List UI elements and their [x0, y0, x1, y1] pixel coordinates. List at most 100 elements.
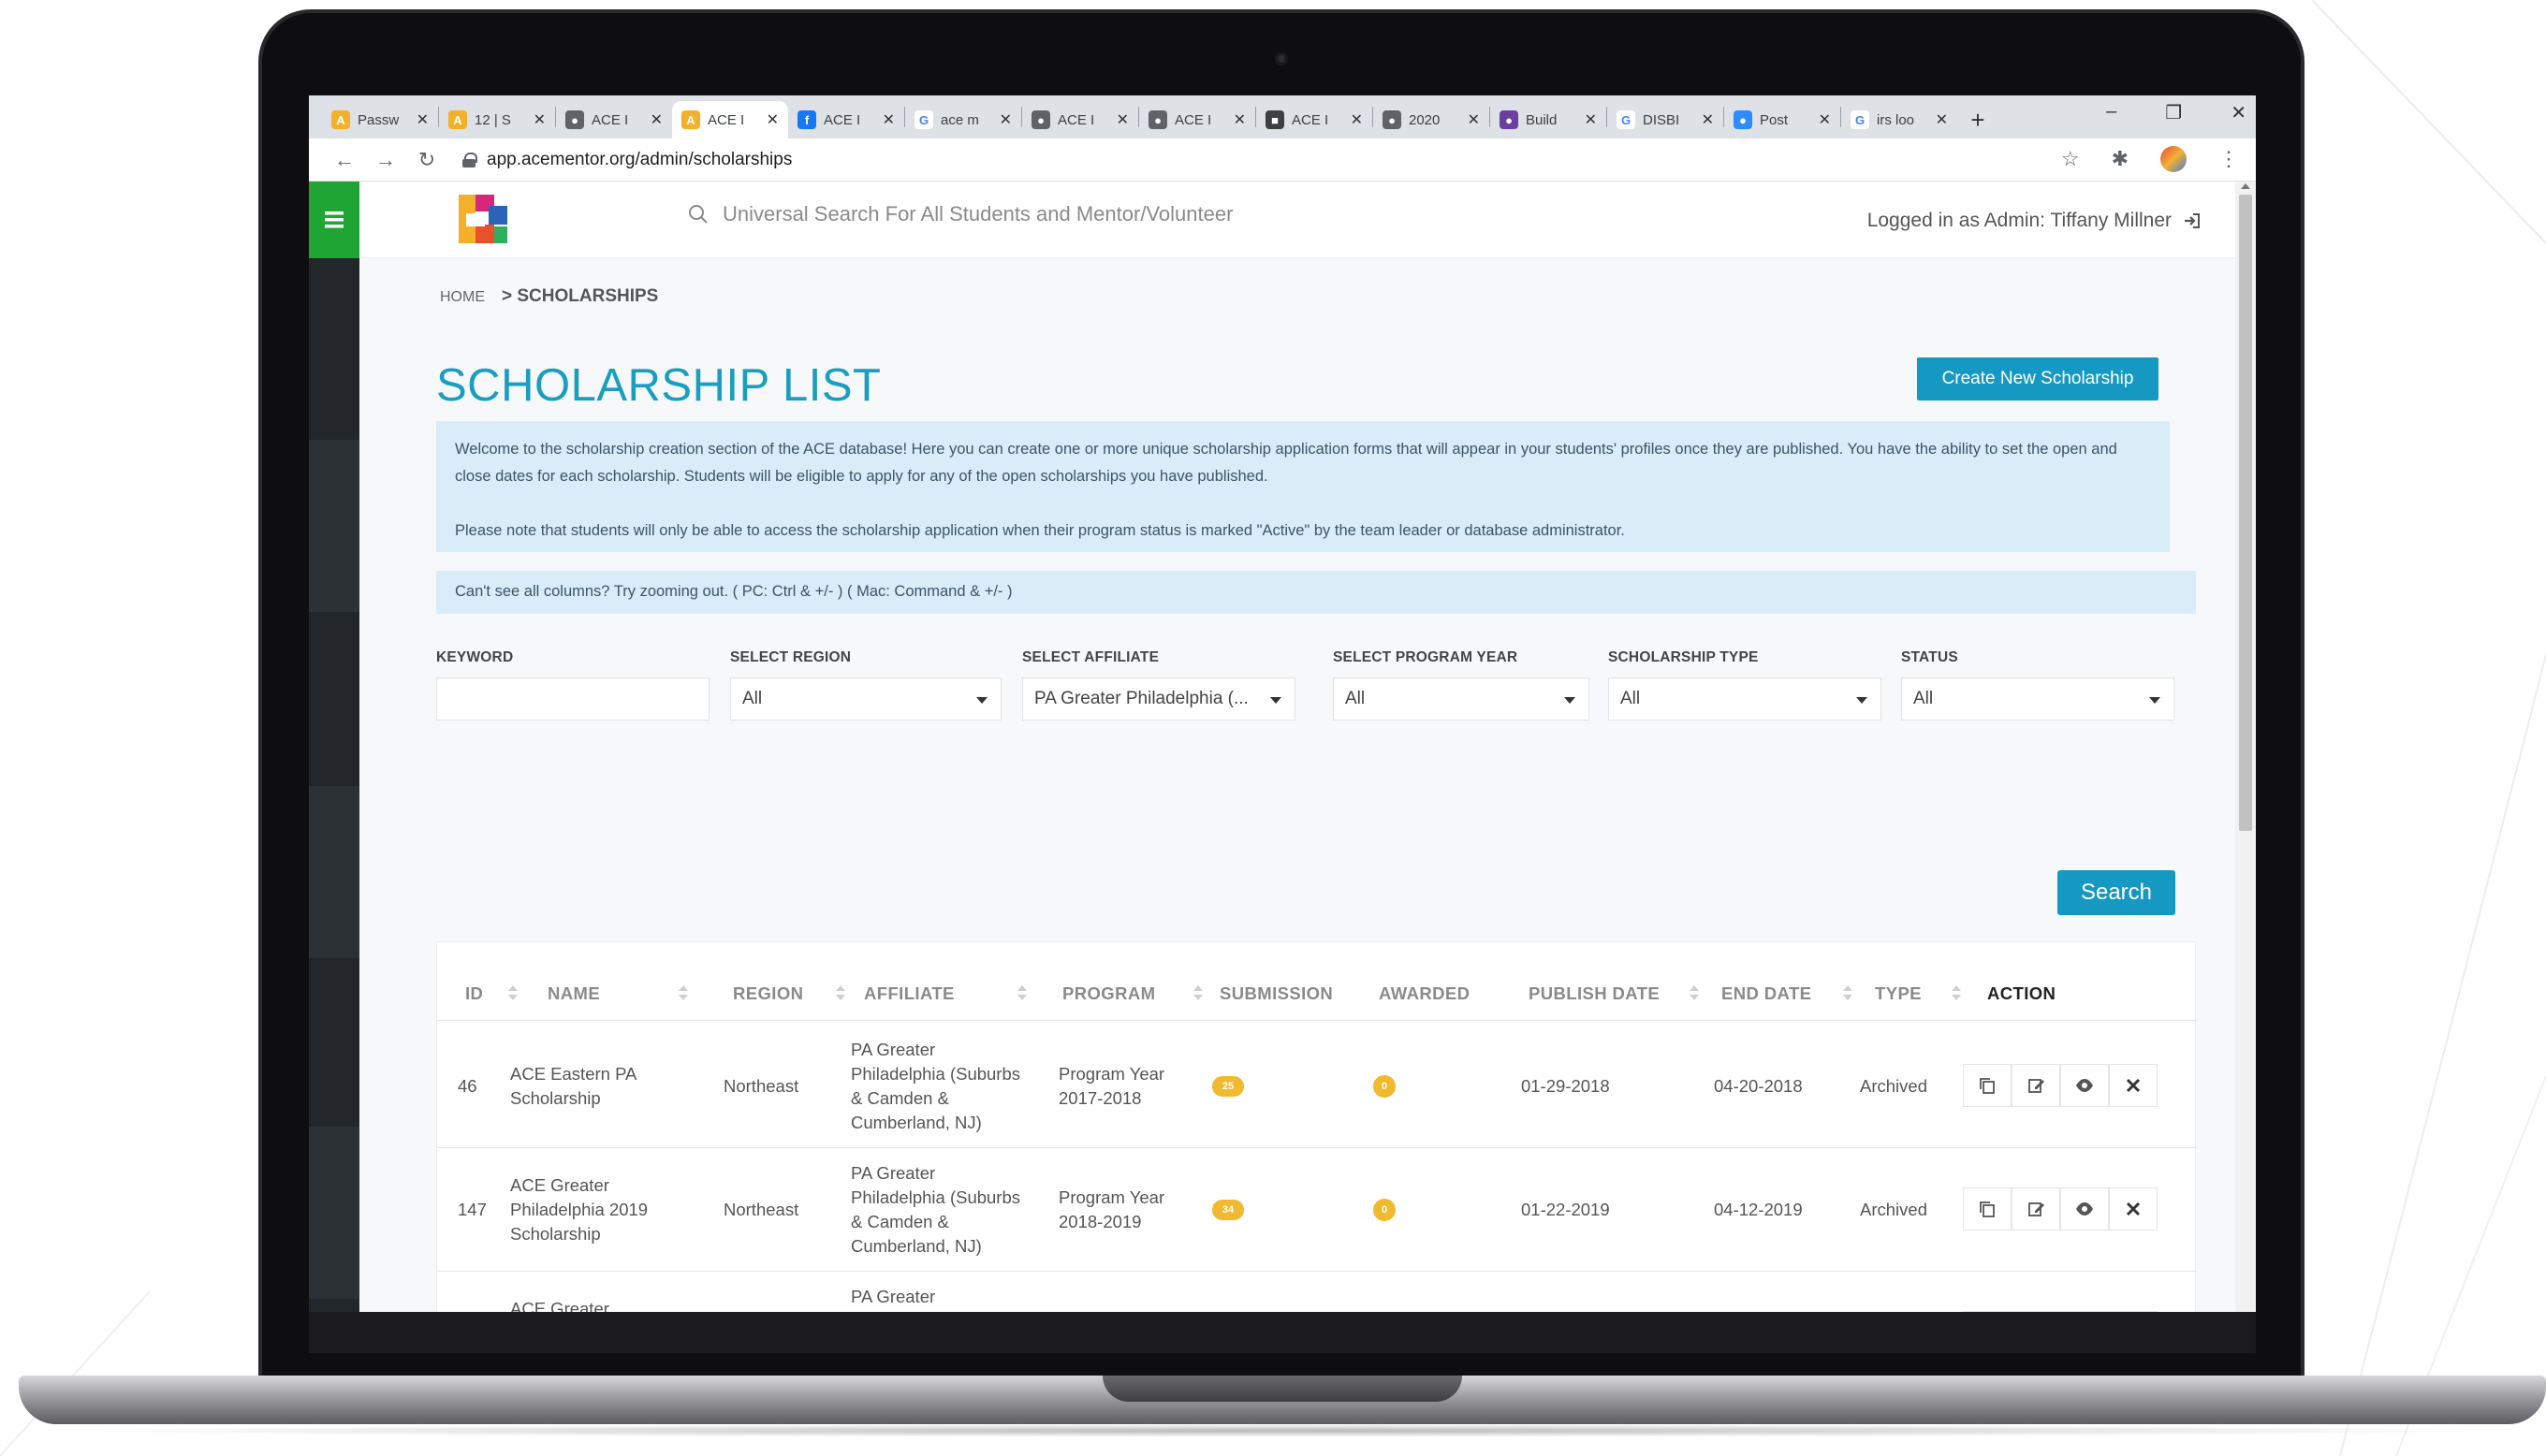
close-icon[interactable]: ✕ [1585, 110, 1597, 129]
sort-icon[interactable] [679, 983, 688, 1004]
browser-tab[interactable]: ● ACE I ✕ [1139, 101, 1255, 138]
tab-label: ace m [941, 111, 979, 128]
close-icon[interactable]: ✕ [1117, 110, 1129, 129]
ace-logo[interactable] [457, 193, 509, 245]
url-text[interactable]: app.acementor.org/admin/scholarships [487, 150, 792, 170]
col-region[interactable]: REGION [733, 983, 803, 1004]
cell-type: Archived [1860, 1076, 1927, 1096]
close-icon[interactable]: ✕ [1000, 110, 1012, 129]
close-icon[interactable]: ✕ [767, 110, 779, 129]
browser-tab[interactable]: A 12 | S ✕ [439, 101, 555, 138]
close-icon[interactable]: ✕ [1936, 110, 1948, 129]
sort-icon[interactable] [836, 983, 845, 1004]
browser-tab[interactable]: A Passw ✕ [322, 101, 438, 138]
col-end-date[interactable]: END DATE [1721, 983, 1811, 1004]
copy-button[interactable] [1963, 1187, 2012, 1230]
close-icon[interactable]: ✕ [1702, 110, 1714, 129]
app-header: Logged in as Admin: Tiffany Millner [359, 182, 2235, 258]
scholarship-table: ID NAME REGION AFFILIATE PROGRAM SUBMISS… [436, 941, 2197, 1312]
search-button[interactable]: Search [2057, 870, 2175, 915]
cell-id: 147 [458, 1200, 487, 1219]
submission-count-badge[interactable]: 25 [1212, 1076, 1244, 1097]
profile-avatar[interactable] [2160, 146, 2187, 172]
breadcrumb-home[interactable]: HOME [440, 289, 485, 306]
close-icon[interactable]: ✕ [883, 110, 895, 129]
scholarship-type-select[interactable]: All [1608, 677, 1881, 721]
sort-icon[interactable] [1690, 983, 1699, 1004]
scroll-up-icon[interactable] [2241, 183, 2250, 189]
col-submission[interactable]: SUBMISSION [1220, 983, 1333, 1004]
sort-icon[interactable] [1193, 983, 1203, 1004]
browser-tab[interactable]: ● ACE I ✕ [1022, 101, 1138, 138]
awarded-count-badge[interactable]: 0 [1373, 1075, 1396, 1098]
bookmark-star-icon[interactable]: ☆ [2061, 147, 2080, 171]
url-field[interactable]: app.acementor.org/admin/scholarships [462, 150, 792, 170]
extensions-icon[interactable]: ✱ [2112, 147, 2129, 171]
create-scholarship-button[interactable]: Create New Scholarship [1917, 357, 2158, 400]
browser-menu-icon[interactable]: ⋮ [2218, 147, 2239, 171]
close-icon[interactable]: ✕ [417, 110, 429, 129]
col-id[interactable]: ID [465, 983, 483, 1004]
sort-icon[interactable] [1843, 983, 1852, 1004]
restore-icon[interactable]: ❐ [2165, 101, 2182, 124]
browser-tab[interactable]: G DISBI ✕ [1607, 101, 1723, 138]
browser-tab[interactable]: ■ ACE I ✕ [1256, 101, 1372, 138]
cell-affiliate: PA Greater Philadelphia (Suburbs & Camden … [851, 1038, 1020, 1135]
close-icon[interactable]: ✕ [1819, 110, 1831, 129]
status-select[interactable]: All [1901, 677, 2174, 721]
browser-tab[interactable]: Girs loo ✕ [1841, 101, 1957, 138]
laptop-shadow [56, 1424, 2509, 1437]
sort-icon[interactable] [1017, 983, 1027, 1004]
col-awarded[interactable]: AWARDED [1379, 983, 1470, 1004]
close-icon[interactable]: ✕ [1468, 110, 1480, 129]
view-button[interactable] [2060, 1064, 2109, 1107]
col-affiliate[interactable]: AFFILIATE [864, 983, 955, 1004]
browser-tab[interactable]: ● Post ✕ [1724, 101, 1840, 138]
edit-button[interactable] [2012, 1187, 2060, 1230]
region-select[interactable]: All [730, 677, 1002, 721]
program-year-select[interactable]: All [1333, 677, 1589, 721]
col-type[interactable]: TYPE [1875, 983, 1922, 1004]
keyword-field-box [436, 677, 710, 721]
close-icon[interactable]: ✕ [534, 110, 546, 129]
cell-region: Northeast [724, 1076, 799, 1096]
page-scrollbar[interactable] [2235, 182, 2256, 1312]
close-icon[interactable]: ✕ [651, 110, 663, 129]
browser-tab[interactable]: ● ACE I ✕ [556, 101, 672, 138]
delete-button[interactable] [2109, 1187, 2158, 1230]
browser-tab[interactable]: ● 2020 ✕ [1373, 101, 1489, 138]
sort-icon[interactable] [1952, 983, 1961, 1004]
browser-tab[interactable]: f ACE I ✕ [788, 101, 904, 138]
forward-icon[interactable]: → [365, 148, 406, 172]
delete-button[interactable] [2109, 1064, 2158, 1107]
awarded-count-badge[interactable]: 0 [1373, 1199, 1396, 1221]
logout-icon[interactable] [2183, 211, 2202, 230]
close-icon[interactable]: ✕ [1234, 110, 1246, 129]
affiliate-select[interactable]: PA Greater Philadelphia (... [1022, 677, 1295, 721]
col-publish-date[interactable]: PUBLISH DATE [1529, 983, 1660, 1004]
keyword-input[interactable] [448, 689, 697, 709]
menu-toggle-button[interactable] [309, 182, 359, 258]
sort-icon[interactable] [508, 983, 518, 1004]
new-tab-icon[interactable]: + [1957, 101, 1998, 138]
view-button[interactable] [2060, 1187, 2109, 1230]
edit-button[interactable] [2012, 1064, 2060, 1107]
col-name[interactable]: NAME [548, 983, 600, 1004]
copy-button[interactable] [1963, 1064, 2012, 1107]
browser-tab[interactable]: Gace m ✕ [905, 101, 1021, 138]
universal-search-input[interactable] [723, 202, 1284, 226]
view-icon [2076, 1079, 2093, 1092]
minimize-icon[interactable]: – [2106, 101, 2116, 124]
back-icon[interactable]: ← [324, 148, 365, 172]
reload-icon[interactable]: ↻ [406, 148, 447, 172]
col-program[interactable]: PROGRAM [1062, 983, 1155, 1004]
browser-tab[interactable]: ● Build ✕ [1490, 101, 1606, 138]
scrollbar-thumb[interactable] [2239, 195, 2252, 831]
google-icon: G [1617, 110, 1635, 129]
submission-count-badge[interactable]: 34 [1212, 1200, 1244, 1220]
filter-label: SELECT PROGRAM YEAR [1333, 649, 1518, 665]
close-icon[interactable]: ✕ [1351, 110, 1363, 129]
info-alert: Welcome to the scholarship creation sect… [436, 421, 2170, 552]
browser-tab[interactable]: A ACE I ✕ [672, 101, 788, 138]
window-close-icon[interactable]: ✕ [2231, 101, 2246, 124]
